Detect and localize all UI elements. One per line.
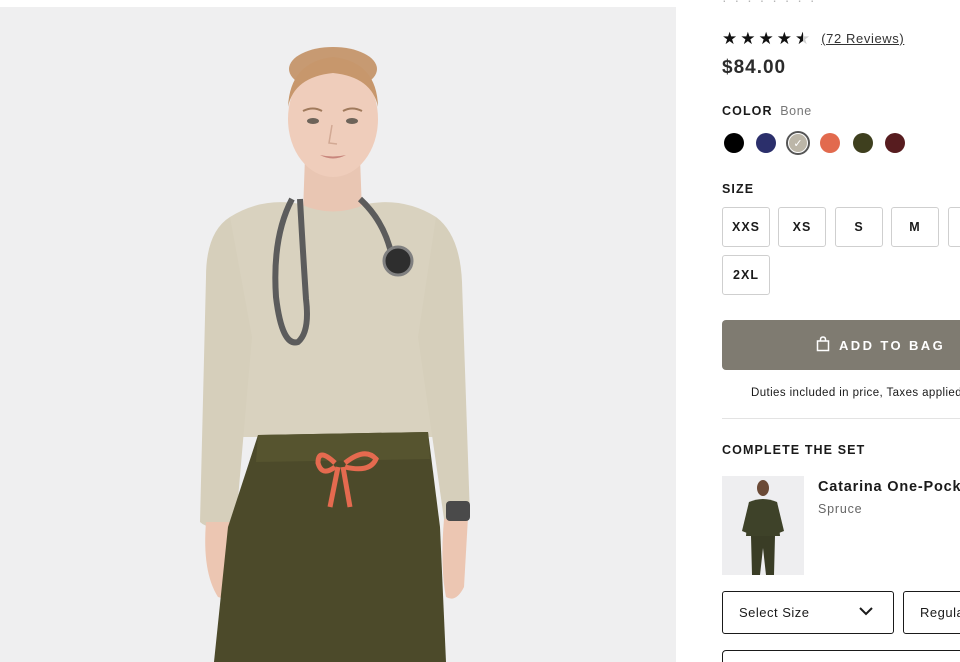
size-option-l[interactable]: L [948,207,960,247]
swatch-coral[interactable] [820,133,840,153]
complete-set-title: COMPLETE THE SET [722,443,866,457]
product-info-panel: · · · · · · · · ★ ★ ★ ★ ★ (72 Reviews) $… [722,0,960,662]
rating-stars: ★ ★ ★ ★ ★ [722,30,810,47]
model-figure [0,7,676,662]
chevron-down-icon [859,607,873,616]
swatch-bone[interactable]: ✓ [786,131,810,155]
set-item-image [722,476,804,575]
duties-notice: Duties included in price, Taxes applied … [751,387,960,399]
swatch-navy[interactable] [756,133,776,153]
star-icon: ★ [758,28,774,48]
set-add-button[interactable] [722,650,960,662]
set-item-thumbnail[interactable] [722,476,804,575]
reviews-link[interactable]: (72 Reviews) [821,31,904,46]
size-option-m[interactable]: M [891,207,939,247]
product-price: $84.00 [722,57,787,78]
product-main-image[interactable] [0,7,676,662]
size-option-2xl[interactable]: 2XL [722,255,770,295]
section-divider [722,418,960,419]
set-item-name[interactable]: Catarina One-Pocket Scrub Top [818,479,960,495]
size-option-xs[interactable]: XS [778,207,826,247]
size-option-s[interactable]: S [835,207,883,247]
product-title-partial: · · · · · · · · [722,0,817,8]
selected-color-name: Bone [780,104,812,118]
half-star-icon: ★ [795,28,811,48]
swatch-burgundy[interactable] [885,133,905,153]
swatch-black[interactable] [724,133,744,153]
star-icon: ★ [722,28,738,48]
set-item-color: Spruce [818,502,863,516]
set-inseam-select[interactable]: Regular [903,591,960,634]
star-icon: ★ [740,28,756,48]
size-option-xxs[interactable]: XXS [722,207,770,247]
set-size-select[interactable]: Select Size [722,591,894,634]
shopping-bag-icon [816,336,830,352]
size-label: SIZE [722,182,755,196]
check-icon: ✓ [793,137,803,150]
inseam-select-label: Regular [920,605,960,620]
star-icon: ★ [776,28,792,48]
color-selector-label: COLOR Bone [722,104,812,118]
add-to-bag-button[interactable]: ADD TO BAG [722,320,960,370]
add-to-bag-label: ADD TO BAG [839,337,946,353]
select-size-label: Select Size [739,605,810,620]
swatch-olive[interactable] [853,133,873,153]
color-label: COLOR [722,104,773,118]
product-rating: ★ ★ ★ ★ ★ (72 Reviews) [722,28,904,48]
